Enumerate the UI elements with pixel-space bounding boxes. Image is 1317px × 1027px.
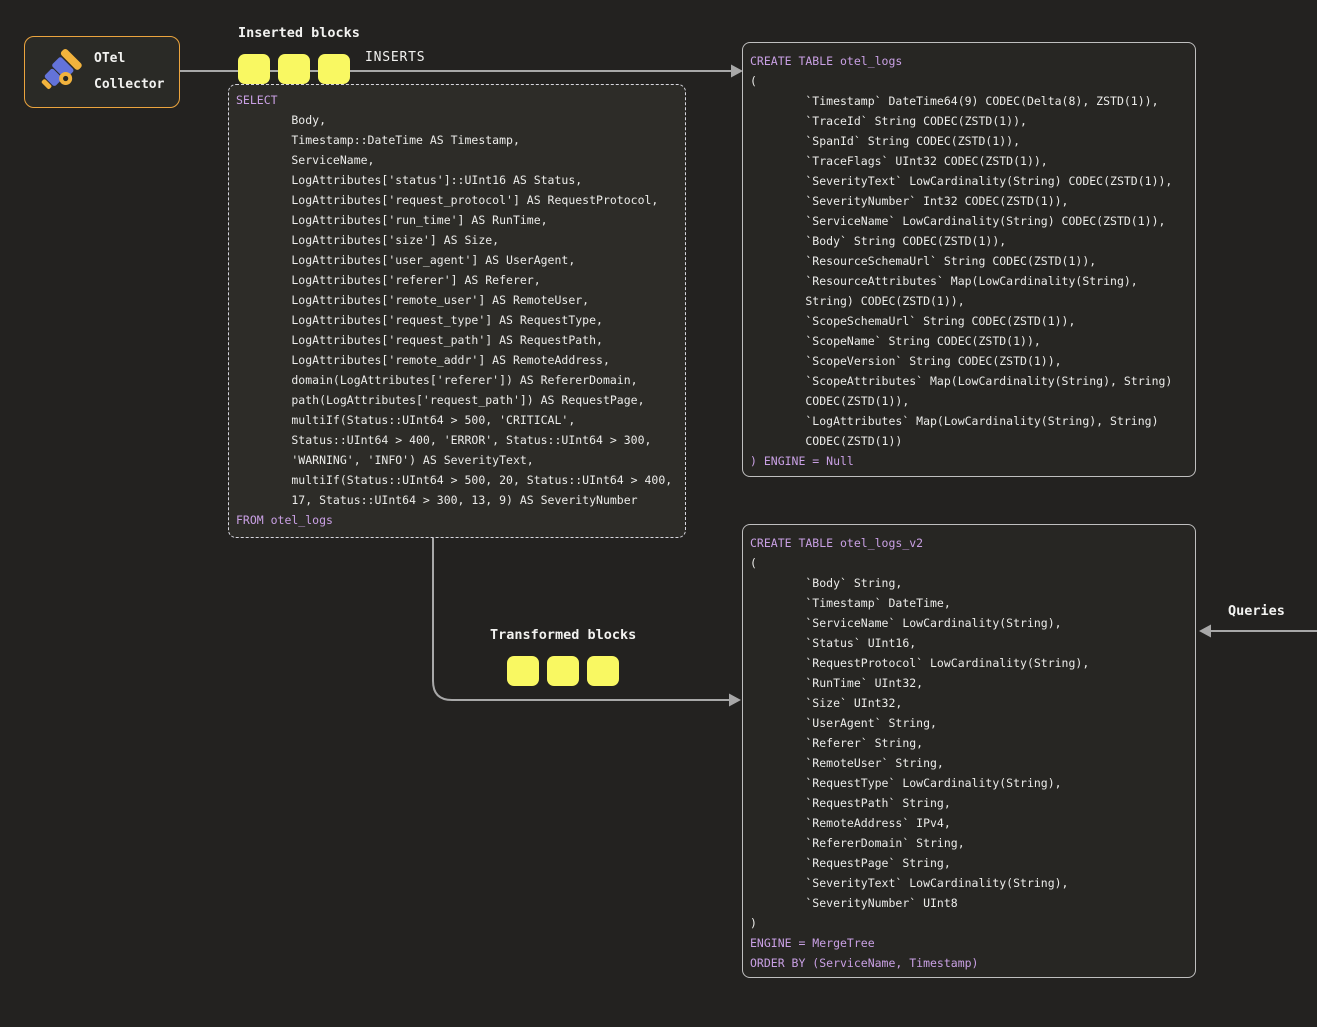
code-line: `ResourceAttributes` Map(LowCardinality(… xyxy=(750,271,1172,291)
code-line: LogAttributes['remote_user'] AS RemoteUs… xyxy=(236,290,672,310)
code-line: CODEC(ZSTD(1)) xyxy=(750,431,1172,451)
code-line: `RefererDomain` String, xyxy=(750,833,1089,853)
queries-arrowhead-icon xyxy=(1199,625,1211,638)
code-line: String) CODEC(ZSTD(1)), xyxy=(750,291,1172,311)
transformed-block-square xyxy=(507,656,539,686)
transformed-block-square xyxy=(587,656,619,686)
code-line: LogAttributes['run_time'] AS RunTime, xyxy=(236,210,672,230)
code-line: `ScopeAttributes` Map(LowCardinality(Str… xyxy=(750,371,1172,391)
code-line: `Status` UInt16, xyxy=(750,633,1089,653)
code-line: `RemoteUser` String, xyxy=(750,753,1089,773)
code-line: LogAttributes['user_agent'] AS UserAgent… xyxy=(236,250,672,270)
otel-collector-label: OTel Collector xyxy=(94,46,164,98)
inserted-block-square xyxy=(318,54,350,84)
otel-clickhouse-diagram: OTel Collector Inserted blocks INSERTS S… xyxy=(0,0,1317,1027)
code-line: domain(LogAttributes['referer']) AS Refe… xyxy=(236,370,672,390)
code-line: 17, Status::UInt64 > 300, 13, 9) AS Seve… xyxy=(236,490,672,510)
code-line: CODEC(ZSTD(1)), xyxy=(750,391,1172,411)
code-line: FROM otel_logs xyxy=(236,510,672,530)
code-line: `RequestPath` String, xyxy=(750,793,1089,813)
telescope-icon xyxy=(34,40,86,100)
code-line: Timestamp::DateTime AS Timestamp, xyxy=(236,130,672,150)
code-line: Status::UInt64 > 400, 'ERROR', Status::U… xyxy=(236,430,672,450)
code-line: `RequestProtocol` LowCardinality(String)… xyxy=(750,653,1089,673)
code-line: `TraceId` String CODEC(ZSTD(1)), xyxy=(750,111,1172,131)
code-line: `SeverityNumber` Int32 CODEC(ZSTD(1)), xyxy=(750,191,1172,211)
code-line: `Size` UInt32, xyxy=(750,693,1089,713)
code-line: 'WARNING', 'INFO') AS SeverityText, xyxy=(236,450,672,470)
code-line: SELECT xyxy=(236,90,672,110)
code-line: `UserAgent` String, xyxy=(750,713,1089,733)
select-query-code: SELECT Body, Timestamp::DateTime AS Time… xyxy=(236,90,672,530)
inserts-label: INSERTS xyxy=(365,50,425,65)
queries-label: Queries xyxy=(1228,603,1285,619)
code-line: LogAttributes['referer'] AS Referer, xyxy=(236,270,672,290)
code-line: CREATE TABLE otel_logs xyxy=(750,51,1172,71)
code-line: `ServiceName` LowCardinality(String) COD… xyxy=(750,211,1172,231)
code-line: `ScopeVersion` String CODEC(ZSTD(1)), xyxy=(750,351,1172,371)
transformed-block-square xyxy=(547,656,579,686)
code-line: `ServiceName` LowCardinality(String), xyxy=(750,613,1089,633)
code-line: `RemoteAddress` IPv4, xyxy=(750,813,1089,833)
code-line: ENGINE = MergeTree xyxy=(750,933,1089,953)
code-line: `ResourceSchemaUrl` String CODEC(ZSTD(1)… xyxy=(750,251,1172,271)
transformed-blocks-label: Transformed blocks xyxy=(490,627,636,643)
code-line: `ScopeSchemaUrl` String CODEC(ZSTD(1)), xyxy=(750,311,1172,331)
otel-collector-label-line2: Collector xyxy=(94,72,164,98)
code-line: ) ENGINE = Null xyxy=(750,451,1172,471)
code-line: `SeverityText` LowCardinality(String), xyxy=(750,873,1089,893)
transformed-arrowhead-icon xyxy=(729,694,741,707)
code-line: path(LogAttributes['request_path']) AS R… xyxy=(236,390,672,410)
code-line: `SpanId` String CODEC(ZSTD(1)), xyxy=(750,131,1172,151)
code-line: LogAttributes['size'] AS Size, xyxy=(236,230,672,250)
code-line: LogAttributes['request_protocol'] AS Req… xyxy=(236,190,672,210)
code-line: LogAttributes['remote_addr'] AS RemoteAd… xyxy=(236,350,672,370)
code-line: `Timestamp` DateTime, xyxy=(750,593,1089,613)
code-line: Body, xyxy=(236,110,672,130)
code-line: CREATE TABLE otel_logs_v2 xyxy=(750,533,1089,553)
code-line: ( xyxy=(750,71,1172,91)
code-line: `SeverityText` LowCardinality(String) CO… xyxy=(750,171,1172,191)
code-line: `Timestamp` DateTime64(9) CODEC(Delta(8)… xyxy=(750,91,1172,111)
inserted-block-square xyxy=(238,54,270,84)
code-line: ( xyxy=(750,553,1089,573)
otel-logs-v2-table-code: CREATE TABLE otel_logs_v2( `Body` String… xyxy=(750,533,1089,973)
code-line: `SeverityNumber` UInt8 xyxy=(750,893,1089,913)
otel-collector-label-line1: OTel xyxy=(94,46,164,72)
code-line: ) xyxy=(750,913,1089,933)
code-line: `TraceFlags` UInt32 CODEC(ZSTD(1)), xyxy=(750,151,1172,171)
code-line: `Body` String, xyxy=(750,573,1089,593)
code-line: LogAttributes['request_type'] AS Request… xyxy=(236,310,672,330)
code-line: `RequestType` LowCardinality(String), xyxy=(750,773,1089,793)
code-line: multiIf(Status::UInt64 > 500, 20, Status… xyxy=(236,470,672,490)
code-line: LogAttributes['status']::UInt16 AS Statu… xyxy=(236,170,672,190)
inserted-block-square xyxy=(278,54,310,84)
code-line: `Body` String CODEC(ZSTD(1)), xyxy=(750,231,1172,251)
code-line: `Referer` String, xyxy=(750,733,1089,753)
code-line: multiIf(Status::UInt64 > 500, 'CRITICAL'… xyxy=(236,410,672,430)
code-line: ORDER BY (ServiceName, Timestamp) xyxy=(750,953,1089,973)
inserted-blocks-label: Inserted blocks xyxy=(238,25,360,41)
otel-logs-table-code: CREATE TABLE otel_logs( `Timestamp` Date… xyxy=(750,51,1172,471)
code-line: `RunTime` UInt32, xyxy=(750,673,1089,693)
transformed-arrow-line xyxy=(433,538,732,700)
code-line: `RequestPage` String, xyxy=(750,853,1089,873)
code-line: `LogAttributes` Map(LowCardinality(Strin… xyxy=(750,411,1172,431)
code-line: `ScopeName` String CODEC(ZSTD(1)), xyxy=(750,331,1172,351)
code-line: ServiceName, xyxy=(236,150,672,170)
code-line: LogAttributes['request_path'] AS Request… xyxy=(236,330,672,350)
